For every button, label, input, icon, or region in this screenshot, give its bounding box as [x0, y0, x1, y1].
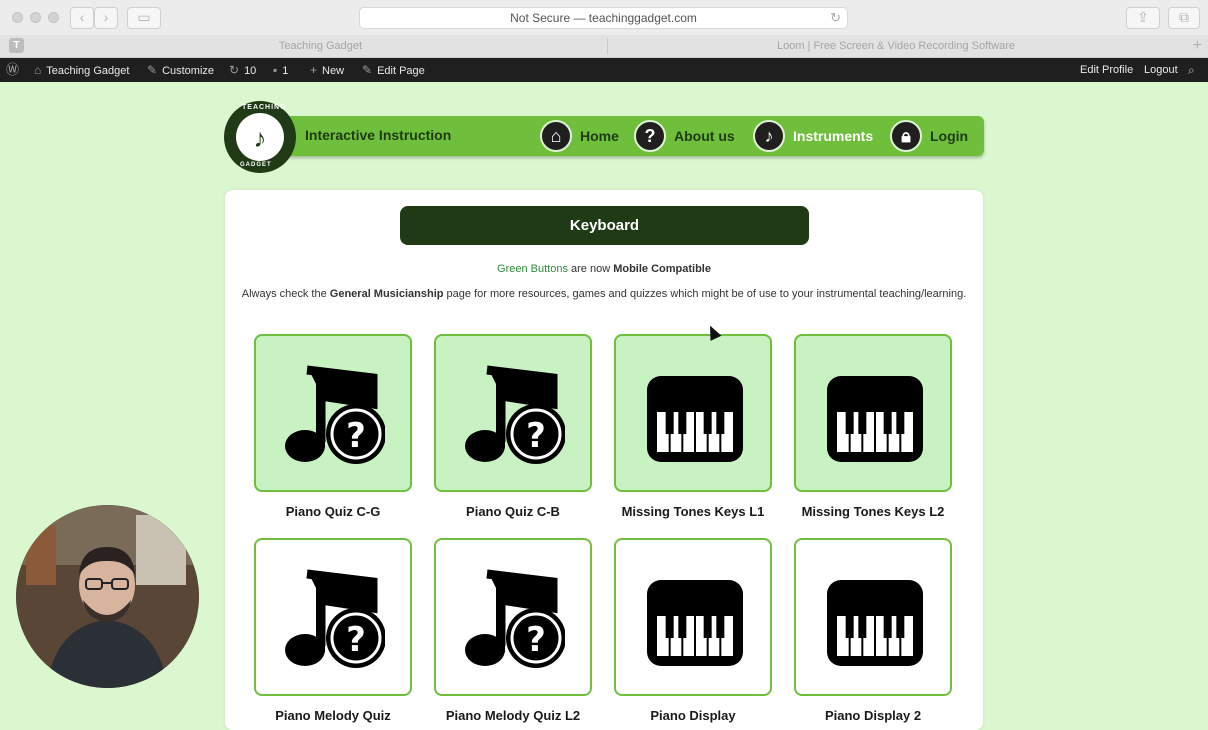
share-icon[interactable]: ⇪: [1126, 7, 1160, 29]
svg-text:?: ?: [346, 620, 366, 660]
admin-new-link[interactable]: + New: [310, 58, 344, 82]
svg-text:?: ?: [526, 416, 546, 456]
tile-missing-tones-keys-l1[interactable]: [614, 334, 772, 492]
presenter-video: [16, 505, 199, 688]
admin-updates-link[interactable]: ↻ 10: [229, 58, 256, 82]
close-window-button[interactable]: [12, 12, 23, 23]
tile-label[interactable]: Missing Tones Keys L2: [783, 504, 963, 519]
tile-label[interactable]: Piano Display: [603, 708, 783, 723]
music-quiz-icon: ?: [285, 365, 385, 464]
music-quiz-icon: ?: [465, 569, 565, 668]
music-note-icon: ♪: [753, 120, 785, 152]
tile-piano-display-2[interactable]: [794, 538, 952, 696]
logo-text: TEACHING: [242, 104, 287, 111]
admin-site-link[interactable]: ⌂ Teaching Gadget: [34, 58, 129, 82]
question-icon: ?: [634, 120, 666, 152]
piano-keys-icon: [647, 580, 743, 666]
browser-titlebar: ‹ › ▭ Not Secure — teachinggadget.com ↻ …: [0, 0, 1208, 36]
general-musicianship-notice: Always check the General Musicianship pa…: [241, 288, 967, 300]
back-icon[interactable]: ‹: [70, 7, 94, 29]
pinned-tab[interactable]: T: [9, 38, 24, 53]
home-icon: ⌂: [34, 63, 42, 77]
tile-piano-quiz-c-b[interactable]: ?: [434, 334, 592, 492]
tab-loom[interactable]: Loom | Free Screen & Video Recording Sof…: [608, 35, 1184, 57]
music-quiz-icon: ?: [285, 569, 385, 668]
minimize-window-button[interactable]: [30, 12, 41, 23]
admin-comments-link[interactable]: ▪ 1: [273, 58, 288, 82]
sidebar-icon[interactable]: ▭: [127, 7, 161, 29]
tab-teaching-gadget[interactable]: Teaching Gadget: [33, 35, 608, 57]
tile-label[interactable]: Piano Quiz C-B: [423, 504, 603, 519]
tabs-overview-icon[interactable]: ⧉: [1168, 7, 1200, 29]
teaching-gadget-logo[interactable]: ♪ TEACHING GADGET: [224, 101, 296, 173]
lock-icon: 🔒︎: [890, 120, 922, 152]
updates-icon: ↻: [229, 63, 240, 77]
admin-edit-profile-link[interactable]: Edit Profile: [1080, 58, 1133, 82]
tile-label[interactable]: Piano Quiz C-G: [243, 504, 423, 519]
tile-piano-display[interactable]: [614, 538, 772, 696]
search-icon[interactable]: ⌕: [1188, 58, 1200, 82]
wp-admin-bar: Ⓦ ⌂ Teaching Gadget ✎ Customize ↻ 10 ▪ 1 + Ne…: [0, 58, 1208, 82]
general-musicianship-link[interactable]: General Musicianship: [330, 288, 444, 300]
svg-text:?: ?: [346, 416, 366, 456]
music-quiz-icon: ?: [465, 365, 565, 464]
pencil-icon: ✎: [362, 63, 373, 77]
tile-piano-melody-quiz[interactable]: ?: [254, 538, 412, 696]
svg-text:?: ?: [526, 620, 546, 660]
admin-edit-page-link[interactable]: ✎ Edit Page: [362, 58, 425, 82]
tile-piano-melody-quiz-l2[interactable]: ?: [434, 538, 592, 696]
mobile-compatible-text: Mobile Compatible: [613, 263, 711, 275]
tile-piano-quiz-c-g[interactable]: ?: [254, 334, 412, 492]
page-title: Keyboard: [400, 206, 809, 245]
plus-icon: +: [310, 63, 318, 77]
wordpress-logo-icon[interactable]: Ⓦ: [6, 58, 24, 82]
new-tab-icon[interactable]: +: [1193, 35, 1202, 57]
tile-missing-tones-keys-l2[interactable]: [794, 334, 952, 492]
forward-icon[interactable]: ›: [94, 7, 118, 29]
comment-icon: ▪: [273, 63, 278, 77]
music-note-icon: ♪: [253, 123, 267, 153]
piano-keys-icon: [827, 580, 923, 666]
piano-keys-icon: [827, 376, 923, 462]
zoom-window-button[interactable]: [48, 12, 59, 23]
nav-instruments-label: Instruments: [793, 128, 874, 144]
address-bar[interactable]: Not Secure — teachinggadget.com ↻: [359, 7, 848, 29]
admin-logout-link[interactable]: Logout: [1144, 58, 1178, 82]
home-icon: ⌂: [540, 120, 572, 152]
reload-icon[interactable]: ↻: [830, 8, 841, 28]
brush-icon: ✎: [147, 63, 158, 77]
tab-bar: T Teaching Gadget Loom | Free Screen & V…: [0, 35, 1208, 58]
nav-login-label: Login: [930, 128, 969, 144]
webcam-bubble[interactable]: [16, 505, 199, 688]
url-text: Not Secure — teachinggadget.com: [510, 11, 697, 25]
nav-about-label: About us: [674, 128, 735, 144]
green-buttons-text: Green Buttons: [497, 263, 568, 275]
tile-label[interactable]: Piano Melody Quiz L2: [423, 708, 603, 723]
admin-customize-link[interactable]: ✎ Customize: [147, 58, 214, 82]
site-tagline: Interactive Instruction: [305, 127, 452, 143]
mobile-notice: Green Buttons are now Mobile Compatible: [497, 263, 711, 275]
nav-home-label: Home: [580, 128, 619, 144]
logo-text-bottom: GADGET: [240, 162, 272, 168]
tile-label[interactable]: Missing Tones Keys L1: [603, 504, 783, 519]
tile-label[interactable]: Piano Melody Quiz: [243, 708, 423, 723]
tile-label[interactable]: Piano Display 2: [783, 708, 963, 723]
piano-keys-icon: [647, 376, 743, 462]
